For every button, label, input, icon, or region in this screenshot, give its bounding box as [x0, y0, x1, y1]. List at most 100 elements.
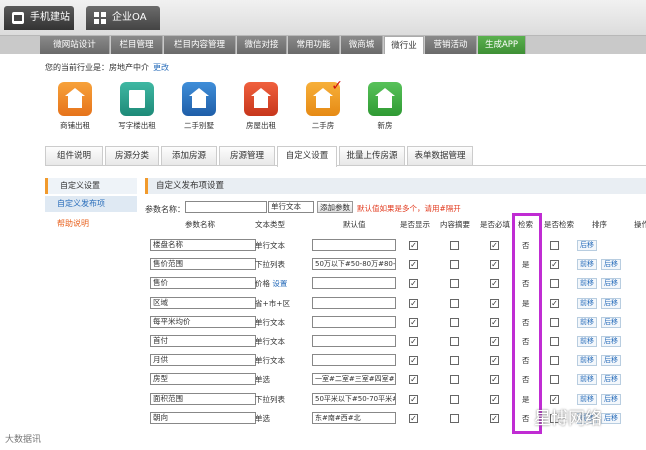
default-value-input[interactable] [312, 354, 396, 367]
summary-checkbox[interactable] [450, 337, 459, 346]
required-checkbox[interactable]: ✓ [490, 413, 499, 423]
param-name-input[interactable]: 售价 [150, 277, 256, 290]
subtab[interactable]: 表单数据管理 [407, 146, 473, 165]
move-down-button[interactable]: 后移 [601, 412, 621, 424]
param-name-input[interactable]: 朝向 [150, 411, 256, 424]
add-param-button[interactable]: 添加参数 [317, 201, 353, 213]
param-name-input[interactable]: 楼盘名称 [150, 239, 256, 251]
subtab[interactable]: 添加房源 [161, 146, 217, 165]
default-value-input[interactable]: 50万以下#50-80万#80-100 [312, 258, 396, 271]
subtab-active[interactable]: 自定义设置 [277, 146, 337, 167]
tab-mobile-site[interactable]: 手机建站 [4, 6, 74, 30]
searchable-checkbox[interactable] [550, 241, 559, 250]
required-checkbox[interactable]: ✓ [490, 337, 499, 346]
required-checkbox[interactable]: ✓ [490, 241, 499, 250]
subtab[interactable]: 房源管理 [219, 146, 275, 165]
default-value-input[interactable] [312, 277, 396, 290]
move-up-button[interactable]: 前移 [577, 259, 597, 271]
default-value-input[interactable]: 东#南#西#北 [312, 411, 396, 424]
show-checkbox[interactable]: ✓ [409, 298, 418, 308]
move-down-button[interactable]: 后移 [577, 240, 597, 251]
move-down-button[interactable]: 后移 [601, 297, 621, 309]
show-checkbox[interactable]: ✓ [409, 394, 418, 404]
nav-item[interactable]: 微信对接 [237, 36, 287, 54]
param-name-input[interactable]: 区域 [150, 296, 256, 309]
default-value-input[interactable] [312, 239, 396, 251]
move-up-button[interactable]: 前移 [577, 336, 597, 347]
param-name-input[interactable]: 面积范围 [150, 392, 256, 405]
searchable-checkbox[interactable]: ✓ [550, 298, 559, 308]
show-checkbox[interactable]: ✓ [409, 241, 418, 250]
move-down-button[interactable]: 后移 [601, 259, 621, 271]
nav-item-generate-app[interactable]: 生成APP [478, 36, 526, 54]
show-checkbox[interactable]: ✓ [409, 337, 418, 346]
param-name-input[interactable]: 每平米均价 [150, 315, 256, 328]
change-industry-link[interactable]: 更改 [153, 63, 169, 72]
app-office-rent[interactable]: 写字楼出租 [107, 82, 167, 131]
required-checkbox[interactable]: ✓ [490, 317, 499, 327]
summary-checkbox[interactable] [450, 298, 459, 308]
required-checkbox[interactable]: ✓ [490, 356, 499, 366]
nav-item[interactable]: 常用功能 [288, 36, 340, 54]
nav-item-active[interactable]: 微行业 [384, 36, 424, 54]
move-up-button[interactable]: 前移 [577, 316, 597, 328]
searchable-checkbox[interactable] [550, 279, 559, 289]
move-down-button[interactable]: 后移 [601, 336, 621, 347]
param-name-input[interactable] [185, 201, 267, 213]
app-second-hand-house[interactable]: ✓ 二手房 [293, 78, 353, 131]
required-checkbox[interactable]: ✓ [490, 394, 499, 404]
show-checkbox[interactable]: ✓ [409, 279, 418, 289]
summary-checkbox[interactable] [450, 375, 459, 385]
move-up-button[interactable]: 前移 [577, 393, 597, 405]
sidebar-item-custom-publish[interactable]: 自定义发布项 [45, 196, 137, 212]
nav-item[interactable]: 栏目内容管理 [164, 36, 236, 54]
default-value-input[interactable] [312, 335, 396, 347]
move-down-button[interactable]: 后移 [601, 374, 621, 386]
move-up-button[interactable]: 前移 [577, 278, 597, 290]
show-checkbox[interactable]: ✓ [409, 375, 418, 385]
nav-item[interactable]: 微商城 [341, 36, 383, 54]
searchable-checkbox[interactable] [550, 337, 559, 346]
app-shop-rent[interactable]: 商铺出租 [45, 82, 105, 131]
required-checkbox[interactable]: ✓ [490, 260, 499, 270]
sidebar-item-help[interactable]: 帮助说明 [45, 216, 137, 232]
tab-enterprise-oa[interactable]: 企业OA [86, 6, 160, 30]
move-down-button[interactable]: 后移 [601, 393, 621, 405]
nav-item[interactable]: 微网站设计 [40, 36, 110, 54]
sidebar-item-custom-settings[interactable]: 自定义设置 [45, 178, 137, 194]
show-checkbox[interactable]: ✓ [409, 356, 418, 366]
show-checkbox[interactable]: ✓ [409, 260, 418, 270]
summary-checkbox[interactable] [450, 413, 459, 423]
param-name-input[interactable]: 月供 [150, 354, 256, 367]
default-value-input[interactable] [312, 315, 396, 328]
app-villa[interactable]: 二手别墅 [169, 82, 229, 131]
nav-item[interactable]: 栏目管理 [111, 36, 163, 54]
summary-checkbox[interactable] [450, 317, 459, 327]
summary-checkbox[interactable] [450, 279, 459, 289]
searchable-checkbox[interactable] [550, 375, 559, 385]
default-value-input[interactable] [312, 296, 396, 309]
subtab[interactable]: 批量上传房源 [339, 146, 405, 165]
summary-checkbox[interactable] [450, 241, 459, 250]
show-checkbox[interactable]: ✓ [409, 413, 418, 423]
required-checkbox[interactable]: ✓ [490, 279, 499, 289]
app-new-house[interactable]: 新房 [355, 82, 415, 131]
default-value-input[interactable]: 一室#二室#三室#四室#五 [312, 373, 396, 386]
param-name-input[interactable]: 售价范围 [150, 258, 256, 271]
searchable-checkbox[interactable]: ✓ [550, 394, 559, 404]
move-down-button[interactable]: 后移 [601, 355, 621, 367]
move-up-button[interactable]: 前移 [577, 297, 597, 309]
move-up-button[interactable]: 前移 [577, 355, 597, 367]
nav-item[interactable]: 营销活动 [425, 36, 477, 54]
param-name-input[interactable]: 首付 [150, 335, 256, 347]
searchable-checkbox[interactable]: ✓ [550, 260, 559, 270]
type-settings-link[interactable]: 设置 [272, 279, 287, 288]
searchable-checkbox[interactable] [550, 317, 559, 327]
subtab[interactable]: 组件说明 [45, 146, 103, 165]
app-house-rent[interactable]: 房屋出租 [231, 82, 291, 131]
move-down-button[interactable]: 后移 [601, 316, 621, 328]
text-type-select[interactable]: 单行文本 [268, 201, 314, 213]
param-name-input[interactable]: 房型 [150, 373, 256, 386]
summary-checkbox[interactable] [450, 394, 459, 404]
summary-checkbox[interactable] [450, 260, 459, 270]
